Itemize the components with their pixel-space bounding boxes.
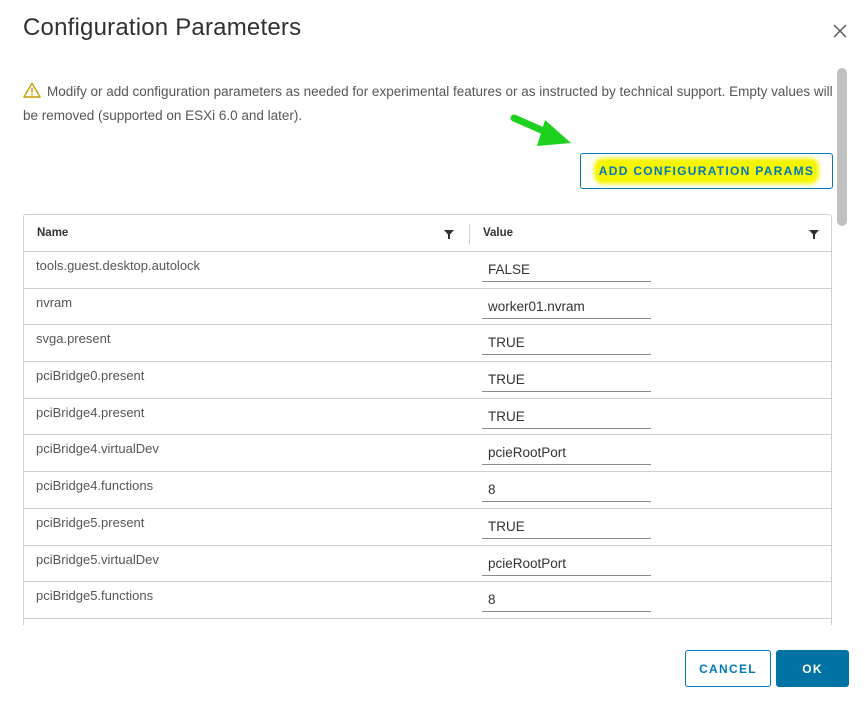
param-value-cell — [470, 472, 831, 508]
arrow-icon — [510, 114, 571, 146]
table-row: pciBridge5.virtualDev — [24, 546, 831, 583]
scrollbar-thumb[interactable] — [837, 68, 847, 226]
param-value-cell — [470, 399, 831, 435]
param-value-cell — [470, 362, 831, 398]
table-row: pciBridge4.virtualDev — [24, 435, 831, 473]
scrollbar[interactable] — [836, 68, 848, 628]
configuration-parameters-dialog: Configuration Parameters Modify or add c… — [0, 0, 865, 707]
column-header-value: Value — [470, 215, 831, 251]
param-name: pciBridge4.present — [36, 404, 145, 420]
info-text: Modify or add configuration parameters a… — [23, 84, 833, 123]
table-row: pciBridge4.present — [24, 399, 831, 436]
param-value-input[interactable] — [482, 551, 651, 576]
table-row: tools.guest.desktop.autolock — [24, 252, 831, 289]
param-value-cell — [470, 252, 831, 288]
param-name: svga.present — [36, 331, 111, 347]
param-value-cell — [470, 546, 831, 582]
grid-header: Name Value — [24, 215, 831, 252]
table-row: pciBridge5.functions — [24, 582, 831, 619]
column-header-name-label: Name — [37, 227, 69, 239]
param-value-input[interactable] — [482, 404, 651, 429]
close-button[interactable] — [830, 21, 850, 41]
table-row: pciBridge4.functions — [24, 472, 831, 509]
param-name: tools.guest.desktop.autolock — [36, 258, 201, 273]
configuration-params-grid: Name Value tools.guest.desktop.autolock … — [23, 214, 832, 625]
param-value-cell — [470, 582, 831, 618]
param-name — [24, 619, 470, 625]
param-value-input[interactable] — [482, 441, 651, 466]
param-value-cell — [470, 289, 831, 325]
param-name: pciBridge4.virtualDev — [36, 441, 159, 457]
param-name: nvram — [36, 294, 73, 310]
param-value-input[interactable] — [482, 588, 651, 613]
param-value-cell — [470, 619, 831, 625]
param-name: pciBridge5.functions — [36, 588, 154, 604]
info-message: Modify or add configuration parameters a… — [23, 80, 833, 128]
param-name: pciBridge5.virtualDev — [36, 551, 159, 567]
cancel-button[interactable]: CANCEL — [685, 650, 771, 687]
param-value-input[interactable] — [482, 331, 651, 356]
column-header-value-label: Value — [483, 227, 514, 239]
param-value-input[interactable] — [482, 294, 651, 319]
add-configuration-params-button[interactable]: ADD CONFIGURATION PARAMS — [580, 153, 833, 189]
filter-icon[interactable] — [444, 230, 454, 239]
filter-icon[interactable] — [809, 230, 819, 239]
param-value-input[interactable] — [482, 478, 651, 503]
warning-icon — [23, 82, 41, 98]
param-name: pciBridge0.present — [36, 368, 145, 384]
ok-button[interactable]: OK — [776, 650, 849, 687]
param-value-cell — [470, 325, 831, 361]
table-row: pciBridge0.present — [24, 362, 831, 399]
table-row: nvram — [24, 289, 831, 326]
param-value-input[interactable] — [482, 258, 651, 282]
dialog-title: Configuration Parameters — [23, 14, 302, 41]
table-row: svga.present — [24, 325, 831, 363]
table-row: pciBridge5.present — [24, 509, 831, 546]
close-icon — [833, 24, 847, 38]
param-name: pciBridge5.present — [36, 514, 145, 530]
table-row — [24, 619, 831, 625]
param-value-cell — [470, 509, 831, 545]
param-value-input[interactable] — [482, 514, 651, 539]
add-configuration-params-label: ADD CONFIGURATION PARAMS — [596, 161, 817, 181]
param-value-cell — [470, 435, 831, 471]
param-name: pciBridge4.functions — [36, 478, 154, 494]
column-header-name: Name — [24, 215, 470, 251]
param-value-input[interactable] — [482, 368, 651, 393]
